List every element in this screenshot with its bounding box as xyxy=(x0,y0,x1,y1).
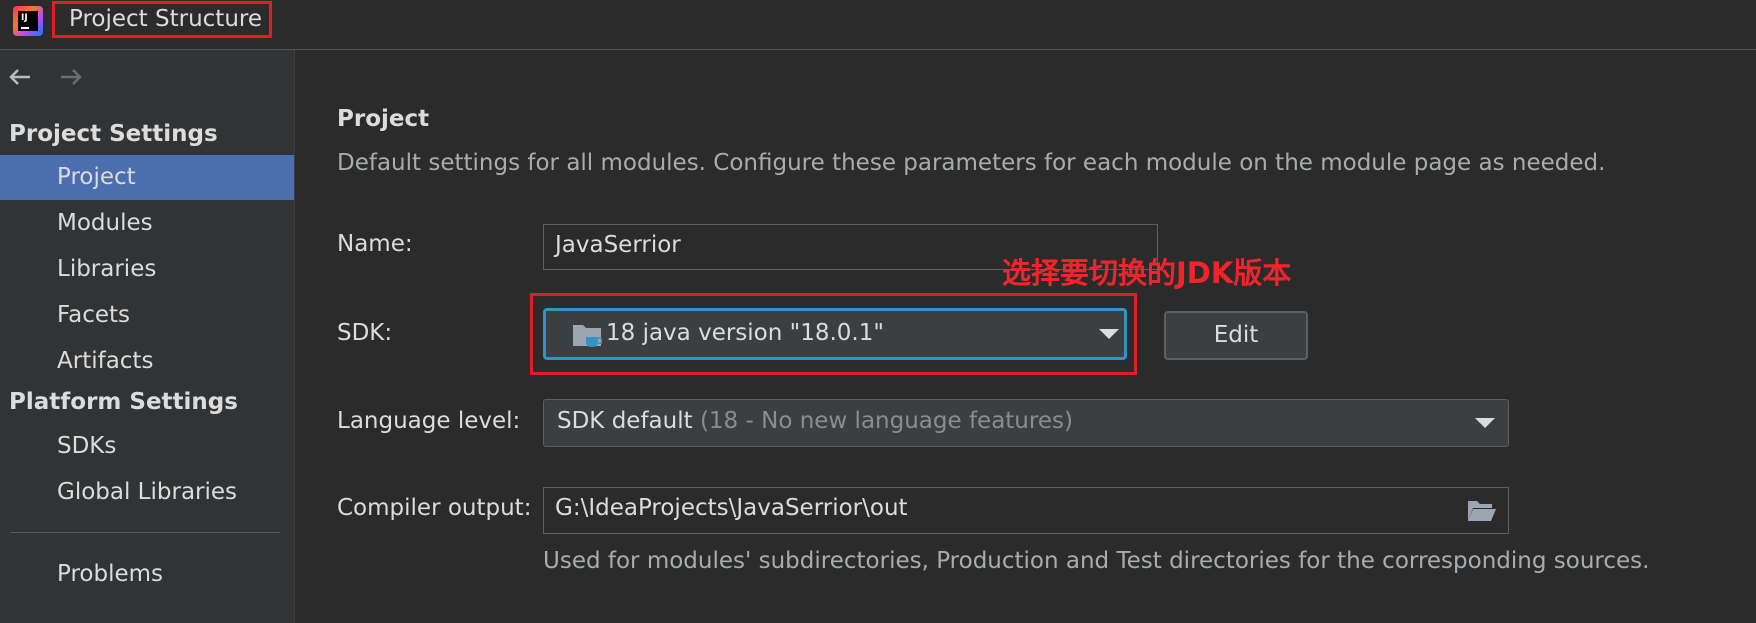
sidebar-item-label: Problems xyxy=(57,561,164,587)
name-label: Name: xyxy=(337,231,413,257)
compiler-output-field[interactable]: G:\IdeaProjects\JavaSerrior\out xyxy=(543,487,1509,534)
sdk-label: SDK: xyxy=(337,320,393,346)
sidebar-item-artifacts[interactable]: Artifacts xyxy=(0,339,294,384)
sidebar-item-project[interactable]: Project xyxy=(0,155,294,200)
platform-settings-heading: Platform Settings xyxy=(9,389,238,415)
project-settings-heading: Project Settings xyxy=(9,121,218,147)
page-title: Project xyxy=(337,106,430,132)
project-name-value: JavaSerrior xyxy=(555,232,681,258)
arrow-right-icon[interactable] xyxy=(56,62,86,92)
language-level-hint: (18 - No new language features) xyxy=(699,408,1073,434)
sidebar-item-problems[interactable]: Problems xyxy=(0,552,294,597)
compiler-output-label: Compiler output: xyxy=(337,495,532,521)
sidebar-divider xyxy=(10,532,280,533)
sidebar-item-label: Modules xyxy=(57,210,153,236)
sidebar-item-modules[interactable]: Modules xyxy=(0,201,294,246)
sidebar-item-label: Facets xyxy=(57,302,131,328)
compiler-output-help: Used for modules' subdirectories, Produc… xyxy=(543,548,1650,574)
arrow-left-icon[interactable] xyxy=(5,62,35,92)
sidebar-item-label: Project xyxy=(57,164,136,190)
language-level-label: Language level: xyxy=(337,408,521,434)
sidebar-item-label: SDKs xyxy=(57,433,117,459)
sidebar-item-label: Artifacts xyxy=(57,348,154,374)
sidebar-item-facets[interactable]: Facets xyxy=(0,293,294,338)
intellij-logo-icon: IJ xyxy=(13,6,43,36)
sdk-selected-value: 18 java version "18.0.1" xyxy=(606,320,884,346)
sidebar: Project Settings Project Modules Librari… xyxy=(0,50,295,623)
sdk-dropdown[interactable]: 18 java version "18.0.1" xyxy=(543,308,1127,360)
open-folder-icon[interactable] xyxy=(1467,499,1497,523)
annotation-text: 选择要切换的JDK版本 xyxy=(1002,256,1292,290)
chevron-down-icon xyxy=(1475,418,1495,428)
jdk-folder-icon xyxy=(573,325,602,347)
window-title: Project Structure xyxy=(69,6,262,32)
language-level-dropdown[interactable]: SDK default (18 - No new language featur… xyxy=(543,399,1509,447)
sidebar-item-label: Libraries xyxy=(57,256,157,282)
compiler-output-value: G:\IdeaProjects\JavaSerrior\out xyxy=(555,495,908,521)
sidebar-item-global-libraries[interactable]: Global Libraries xyxy=(0,470,294,515)
chevron-down-icon xyxy=(1099,329,1119,339)
sidebar-item-sdks[interactable]: SDKs xyxy=(0,424,294,469)
edit-sdk-button[interactable]: Edit xyxy=(1164,311,1308,360)
sidebar-item-libraries[interactable]: Libraries xyxy=(0,247,294,292)
project-settings-panel: Project Default settings for all modules… xyxy=(295,50,1756,623)
language-level-value: SDK default (18 - No new language featur… xyxy=(557,408,1073,434)
sidebar-item-label: Global Libraries xyxy=(57,479,238,505)
page-description: Default settings for all modules. Config… xyxy=(337,150,1606,176)
title-bar: IJ Project Structure xyxy=(0,0,1756,50)
